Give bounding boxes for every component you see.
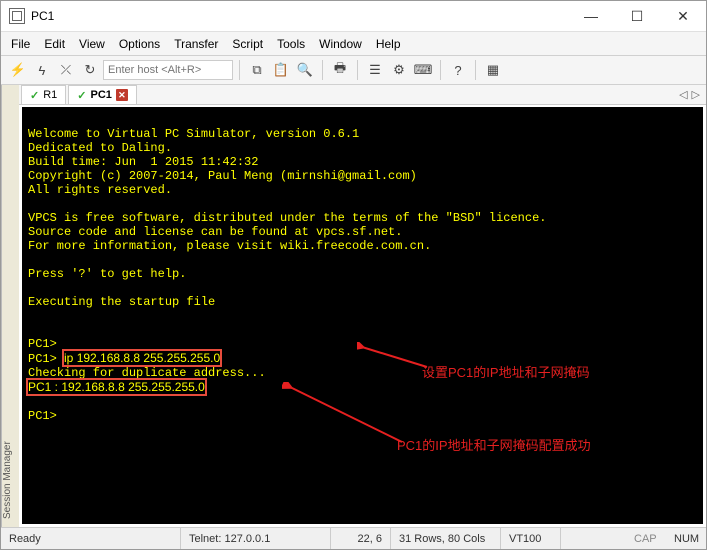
terminal[interactable]: Welcome to Virtual PC Simulator, version…	[19, 105, 706, 527]
disconnect-icon[interactable]: ⤫	[55, 59, 77, 81]
connect-bolt-icon[interactable]: ϟ	[31, 59, 53, 81]
menu-bar: File Edit View Options Transfer Script T…	[1, 31, 706, 55]
menu-help[interactable]: Help	[376, 37, 401, 51]
window-title: PC1	[31, 9, 568, 23]
print-icon[interactable]: 🖶	[329, 59, 351, 81]
find-icon[interactable]: 🔍	[294, 59, 316, 81]
properties-icon[interactable]: ☰	[364, 59, 386, 81]
tab-bar: ✓ R1 ✓ PC1 ✕ ◁ ▷	[19, 85, 706, 105]
status-term-size: 31 Rows, 80 Cols	[391, 528, 501, 549]
maximize-button[interactable]: ☐	[614, 1, 660, 31]
status-term-type: VT100	[501, 528, 561, 549]
tab-r1[interactable]: ✓ R1	[21, 85, 66, 104]
check-icon: ✓	[77, 89, 86, 102]
annotation-2: PC1的IP地址和子网掩码配置成功	[397, 435, 591, 454]
session-manager-tab[interactable]: Session Manager	[1, 85, 19, 527]
menu-view[interactable]: View	[79, 37, 105, 51]
status-ready: Ready	[1, 528, 181, 549]
menu-tools[interactable]: Tools	[277, 37, 305, 51]
status-bar: Ready Telnet: 127.0.0.1 22, 6 31 Rows, 8…	[1, 527, 706, 549]
minimize-button[interactable]: —	[568, 1, 614, 31]
status-num: NUM	[666, 528, 706, 549]
status-caps: CAP	[626, 528, 666, 549]
menu-options[interactable]: Options	[119, 37, 160, 51]
keymap-icon[interactable]: ⌨	[412, 59, 434, 81]
tile-icon[interactable]: ▦	[482, 59, 504, 81]
tab-label: PC1	[91, 89, 112, 101]
reconnect-icon[interactable]: ↻	[79, 59, 101, 81]
arrow-annotation-2	[282, 382, 412, 452]
menu-transfer[interactable]: Transfer	[174, 37, 218, 51]
settings-icon[interactable]: ⚙	[388, 59, 410, 81]
menu-edit[interactable]: Edit	[44, 37, 65, 51]
tab-scroll-left[interactable]: ◁	[679, 88, 687, 101]
toolbar: ⚡ ϟ ⤫ ↻ ⧉ 📋 🔍 🖶 ☰ ⚙ ⌨ ? ▦	[1, 55, 706, 85]
app-icon	[9, 8, 25, 24]
close-button[interactable]: ✕	[660, 1, 706, 31]
help-icon[interactable]: ?	[447, 59, 469, 81]
status-telnet: Telnet: 127.0.0.1	[181, 528, 331, 549]
menu-window[interactable]: Window	[319, 37, 362, 51]
copy-icon[interactable]: ⧉	[246, 59, 268, 81]
menu-file[interactable]: File	[11, 37, 30, 51]
menu-script[interactable]: Script	[232, 37, 263, 51]
status-cursor-pos: 22, 6	[331, 528, 391, 549]
close-tab-icon[interactable]: ✕	[116, 89, 128, 101]
tab-label: R1	[43, 89, 57, 101]
quick-connect-icon[interactable]: ⚡	[7, 59, 29, 81]
host-input[interactable]	[103, 60, 233, 80]
paste-icon[interactable]: 📋	[270, 59, 292, 81]
annotation-1: 设置PC1的IP地址和子网掩码	[422, 362, 590, 381]
tab-pc1[interactable]: ✓ PC1 ✕	[68, 85, 137, 104]
tab-scroll-right[interactable]: ▷	[692, 88, 700, 101]
check-icon: ✓	[30, 89, 39, 102]
